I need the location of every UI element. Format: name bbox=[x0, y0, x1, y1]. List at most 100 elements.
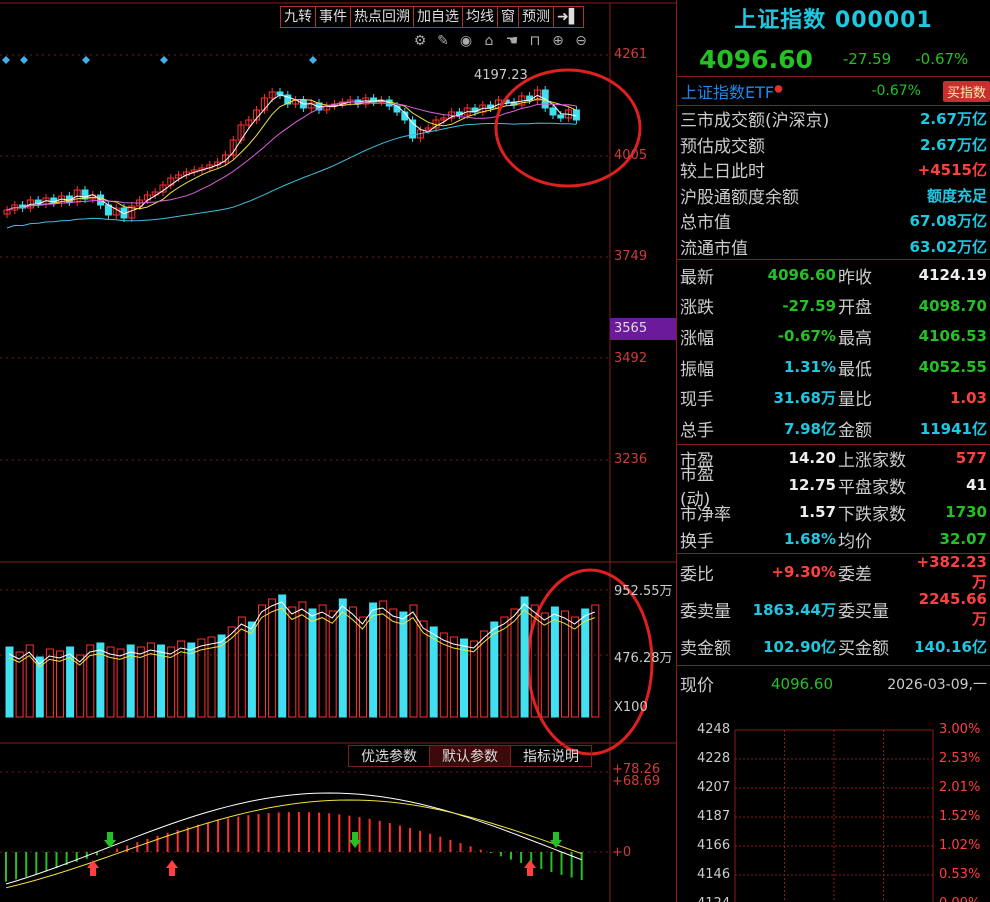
valuation-value: 12.75 bbox=[788, 476, 836, 495]
candle-body bbox=[393, 105, 401, 113]
intraday-mini-chart[interactable]: 4248 3.00% 4228 2.53% 4207 2.01% 4187 1.52% 4166… bbox=[677, 720, 990, 902]
event-diamond-icon bbox=[309, 56, 317, 64]
volume-bar bbox=[550, 606, 559, 718]
draw-pen-icon[interactable]: ✎ bbox=[435, 33, 451, 49]
mini-axis-right: 0.53% bbox=[939, 867, 981, 882]
volume-bar bbox=[561, 610, 569, 718]
order-label: 买金额 bbox=[838, 638, 889, 659]
annotation-circle bbox=[494, 68, 642, 188]
valuation-value: 1730 bbox=[945, 503, 987, 522]
summary-label: 较上日此时 bbox=[680, 162, 765, 183]
quote-label: 最低 bbox=[838, 359, 872, 380]
volume-bar bbox=[399, 611, 408, 718]
lock-icon[interactable]: ⊓ bbox=[527, 33, 543, 49]
quote-label: 总手 bbox=[680, 420, 714, 441]
candle-body bbox=[549, 107, 557, 116]
quote-label: 最新 bbox=[680, 267, 714, 288]
toolbar-events-button[interactable]: 事件 bbox=[315, 6, 350, 28]
mini-axis-left: 4248 bbox=[697, 722, 731, 737]
valuation-value: 14.20 bbox=[788, 449, 836, 468]
volume-bar bbox=[278, 594, 287, 718]
valuation-label: 上涨家数 bbox=[838, 450, 906, 471]
quote-label: 振幅 bbox=[680, 359, 714, 380]
intraday-header: 现价 4096.60 2026-03-09,一 bbox=[677, 666, 990, 702]
last-price: 4096.60 bbox=[699, 44, 813, 74]
summary-label: 预估成交额 bbox=[680, 136, 765, 157]
mini-axis-left: 4124 bbox=[697, 896, 730, 902]
summary-value: 63.02万亿 bbox=[909, 237, 987, 256]
volume-bar bbox=[237, 616, 246, 718]
tab-default-params[interactable]: 默认参数 bbox=[429, 745, 511, 767]
summary-row: 预估成交额 2.67万亿 bbox=[677, 132, 990, 158]
eye-icon[interactable]: ◉ bbox=[458, 33, 474, 49]
quote-label: 开盘 bbox=[838, 298, 872, 319]
buy-index-button[interactable]: 买指数 bbox=[942, 80, 990, 102]
summary-value: 67.08万亿 bbox=[909, 212, 987, 231]
valuation-label: 下跌家数 bbox=[838, 504, 906, 525]
order-row: 卖金额 102.90亿 买金额 140.16亿 bbox=[677, 628, 990, 665]
summary-value: +4515亿 bbox=[917, 161, 987, 180]
toolbar-ma-button[interactable]: 均线 bbox=[462, 6, 497, 28]
home-icon[interactable]: ⌂ bbox=[481, 33, 497, 49]
toolbar-window-button[interactable]: 窗 bbox=[497, 6, 518, 28]
volume-bar bbox=[379, 600, 388, 718]
quote-value: 1.31% bbox=[783, 358, 836, 377]
buy-signal-arrow-icon bbox=[524, 860, 536, 876]
toolbar-jiuzhuan-button[interactable]: 九转 bbox=[280, 6, 315, 28]
mini-axis-right: 2.01% bbox=[939, 780, 981, 795]
volume-bar bbox=[369, 602, 378, 718]
volume-bar bbox=[490, 621, 499, 718]
indicator-axis-label: +0 bbox=[612, 845, 632, 860]
quote-row: 最新 4096.60 昨收 4124.19 bbox=[677, 260, 990, 291]
moving-average-line bbox=[6, 122, 577, 229]
valuation-value: 41 bbox=[966, 476, 987, 495]
order-label: 委买量 bbox=[838, 601, 889, 622]
summary-row: 沪股通额度余额 额度充足 bbox=[677, 183, 990, 209]
etf-dot-icon: ● bbox=[774, 83, 783, 95]
hand-icon[interactable]: ☚ bbox=[504, 33, 520, 49]
order-label: 委差 bbox=[838, 564, 872, 585]
quote-label: 涨跌 bbox=[680, 298, 714, 319]
volume-bar bbox=[510, 608, 519, 718]
quote-label: 量比 bbox=[838, 390, 872, 411]
volume-axis-label: 476.28万 bbox=[614, 651, 673, 666]
indicator-axis-label: +68.69 bbox=[612, 774, 661, 789]
quote-label: 现手 bbox=[680, 390, 714, 411]
event-diamond-icon bbox=[160, 56, 168, 64]
toolbar-hotspot-button[interactable]: 热点回溯 bbox=[350, 6, 413, 28]
event-diamond-icon bbox=[82, 56, 90, 64]
order-value: 2245.66万 bbox=[918, 589, 987, 628]
volume-bar bbox=[470, 640, 479, 718]
zoom-out-icon[interactable]: ⊖ bbox=[573, 33, 589, 49]
volume-bar bbox=[328, 610, 337, 718]
volume-bar bbox=[419, 620, 428, 718]
zoom-in-icon[interactable]: ⊕ bbox=[550, 33, 566, 49]
buy-signal-arrow-icon bbox=[87, 860, 99, 876]
volume-bar bbox=[571, 616, 580, 718]
volume-bar bbox=[247, 621, 256, 718]
summary-label: 总市值 bbox=[680, 213, 731, 234]
summary-label: 三市成交额(沪深京) bbox=[680, 111, 830, 132]
toolbar-add-watchlist-button[interactable]: 加自选 bbox=[413, 6, 462, 28]
quote-value: 31.68万 bbox=[773, 389, 836, 408]
chart-toolbar: 九转 事件 热点回溯 加自选 均线 窗 预测 ➜▌ bbox=[280, 6, 584, 28]
etf-name[interactable]: 上证指数ETF● bbox=[681, 79, 831, 103]
price-change-pct: -0.67% bbox=[915, 50, 969, 68]
tab-optimized-params[interactable]: 优选参数 bbox=[348, 745, 430, 767]
toolbar-predict-button[interactable]: 预测 bbox=[518, 6, 553, 28]
price-axis-label: 4261 bbox=[614, 47, 648, 62]
summary-row: 较上日此时 +4515亿 bbox=[677, 157, 990, 183]
settings-icon[interactable]: ⚙ bbox=[412, 33, 428, 49]
valuation-label: 平盘家数 bbox=[838, 477, 906, 498]
price-axis-label: 4005 bbox=[614, 148, 648, 163]
toolbar-collapse-button[interactable]: ➜▌ bbox=[553, 6, 584, 28]
etf-row[interactable]: 上证指数ETF● -0.67% 买指数 bbox=[677, 76, 990, 106]
tab-indicator-help[interactable]: 指标说明 bbox=[510, 745, 592, 767]
kline-chart-area[interactable]: 九转 事件 热点回溯 加自选 均线 窗 预测 ➜▌ ⚙ ✎ ◉ ⌂ ☚ ⊓ ⊕ … bbox=[0, 0, 676, 902]
volume-bar bbox=[348, 606, 357, 718]
volume-bar bbox=[207, 636, 216, 718]
order-label: 委卖量 bbox=[680, 601, 731, 622]
volume-bar bbox=[298, 601, 307, 718]
valuation-row: 市净率 1.57 下跌家数 1730 bbox=[677, 499, 990, 526]
event-diamond-icon bbox=[20, 56, 28, 64]
